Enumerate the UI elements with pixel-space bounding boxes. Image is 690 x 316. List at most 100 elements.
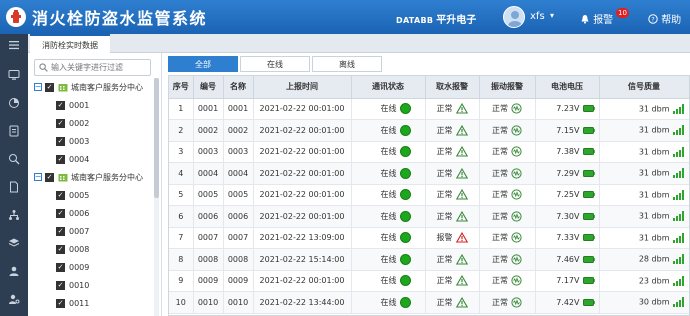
collapse-toggle-icon[interactable]: − — [34, 83, 42, 91]
cell-water-alarm: 正常 — [425, 184, 480, 206]
network-icon[interactable] — [0, 204, 28, 226]
tree-node-label: 城南客户服务分中心 — [71, 82, 143, 92]
checkbox[interactable]: ✓ — [56, 226, 65, 236]
tree-leaf-node[interactable]: ✓ 0005 — [56, 187, 89, 203]
checkbox[interactable]: ✓ — [45, 82, 54, 92]
warning-triangle-icon — [455, 210, 468, 222]
signal-bars-icon — [672, 232, 684, 243]
tree-node-label: 0010 — [69, 280, 90, 290]
tree-leaf-node[interactable]: ✓ 0009 — [56, 259, 89, 275]
layers-icon[interactable] — [0, 232, 28, 254]
online-status-dot-icon — [399, 296, 411, 308]
cell-vibration-alarm: 正常 — [479, 184, 536, 206]
table-row[interactable]: 6 0006 0006 2021-02-22 00:01:00 在线 正常 正常 7.30V 3… — [169, 205, 689, 228]
help-button[interactable]: ? 帮助 — [648, 11, 681, 26]
vibration-alarm-text: 正常 — [492, 254, 508, 264]
warning-triangle-icon — [455, 296, 468, 308]
tree-leaf-node[interactable]: ✓ 0004 — [56, 151, 89, 167]
table-row[interactable]: 7 0007 0007 2021-02-22 13:09:00 在线 报警 正常 7.33V 3… — [169, 227, 689, 249]
vibration-icon — [511, 211, 522, 222]
tree-leaf-node[interactable]: ✓ 0006 — [56, 205, 89, 221]
table-row[interactable]: 1 0001 0001 2021-02-22 00:01:00 在线 正常 正常 7.23V 3… — [169, 98, 689, 120]
cell-name: 0007 — [223, 227, 254, 249]
chevron-down-icon[interactable]: ▾ — [550, 11, 554, 20]
tree-leaf-node[interactable]: ✓ 0008 — [56, 241, 89, 257]
settings-user-icon[interactable] — [0, 288, 28, 310]
checkbox[interactable]: ✓ — [56, 262, 65, 272]
tree-node-label: 0003 — [69, 136, 90, 146]
cell-comm: 在线 — [351, 184, 426, 206]
monitor-icon[interactable] — [0, 64, 28, 86]
tree-scrollbar[interactable] — [154, 78, 159, 316]
cell-comm: 在线 — [351, 98, 426, 120]
cell-name: 0005 — [223, 184, 254, 206]
checkbox[interactable]: ✓ — [56, 280, 65, 290]
signal-bars-icon — [672, 297, 684, 308]
cell-code: 0004 — [193, 162, 224, 185]
checkbox[interactable]: ✓ — [56, 244, 65, 254]
voltage-text: 7.25V — [556, 190, 580, 200]
filter-offline-button[interactable]: 离线 — [312, 56, 382, 72]
checkbox[interactable]: ✓ — [56, 208, 65, 218]
water-alarm-text: 报警 — [436, 233, 453, 243]
table-row[interactable]: 3 0003 0003 2021-02-22 00:01:00 在线 正常 正常 7.38V 3… — [169, 141, 689, 163]
menu-icon[interactable] — [0, 34, 28, 56]
online-status-dot-icon — [399, 146, 411, 158]
tree-leaf-node[interactable]: ✓ 0007 — [56, 223, 89, 239]
table-row[interactable]: 8 0008 0008 2021-02-22 15:14:00 在线 正常 正常 7.46V 2… — [169, 248, 689, 271]
tree-filter-input[interactable] — [51, 63, 147, 72]
filter-online-button[interactable]: 在线 — [240, 56, 310, 72]
warning-triangle-icon — [455, 275, 468, 286]
voltage-text: 7.30V — [556, 211, 580, 221]
search-device-icon[interactable] — [0, 148, 28, 170]
tree-leaf-node[interactable]: ✓ 0001 — [56, 97, 89, 113]
vibration-icon — [511, 189, 522, 200]
checkbox[interactable]: ✓ — [56, 118, 65, 128]
column-header: 编号 — [193, 76, 224, 99]
cell-code: 0006 — [193, 205, 224, 228]
filter-all-button[interactable]: 全部 — [168, 56, 238, 72]
tree-leaf-node[interactable]: ✓ 0010 — [56, 277, 89, 293]
alarm-button[interactable]: 报警 — [580, 11, 613, 26]
tree-leaf-node[interactable]: ✓ 0011 — [56, 295, 89, 311]
cell-seq: 1 — [169, 98, 194, 120]
checkbox[interactable]: ✓ — [56, 136, 65, 146]
water-alarm-text: 正常 — [436, 254, 453, 264]
report-icon[interactable] — [0, 120, 28, 142]
tree-scroll-thumb[interactable] — [154, 78, 159, 198]
tab-hydrant-realtime[interactable]: 消防栓实时数据 — [30, 34, 110, 53]
checkbox[interactable]: ✓ — [45, 172, 54, 182]
checkbox[interactable]: ✓ — [56, 190, 65, 200]
cell-name: 0002 — [223, 119, 254, 142]
battery-icon — [582, 255, 595, 263]
water-alarm-text: 正常 — [436, 125, 453, 135]
table-row[interactable]: 5 0005 0005 2021-02-22 00:01:00 在线 正常 正常 7.25V 3… — [169, 184, 689, 206]
tree-leaf-node[interactable]: ✓ 0003 — [56, 133, 89, 149]
pie-chart-icon[interactable] — [0, 92, 28, 114]
user-avatar-icon[interactable] — [503, 6, 525, 28]
table-row[interactable]: 2 0002 0002 2021-02-22 00:01:00 在线 正常 正常 7.15V 3… — [169, 119, 689, 142]
user-icon[interactable] — [0, 260, 28, 282]
battery-icon — [582, 169, 595, 177]
checkbox[interactable]: ✓ — [56, 298, 65, 308]
collapse-toggle-icon[interactable]: − — [34, 173, 42, 181]
cell-vibration-alarm: 正常 — [479, 270, 536, 292]
checkbox[interactable]: ✓ — [56, 154, 65, 164]
cell-water-alarm: 正常 — [425, 291, 480, 314]
voltage-text: 7.23V — [556, 104, 580, 114]
table-row[interactable]: 9 0009 0009 2021-02-22 00:01:00 在线 正常 正常 7.17V 2… — [169, 270, 689, 292]
battery-icon — [582, 234, 595, 242]
tab-bar: 消防栓实时数据 — [28, 34, 690, 53]
cell-time: 2021-02-22 15:14:00 — [253, 248, 352, 271]
tree-leaf-node[interactable]: ✓ 0002 — [56, 115, 89, 131]
tree-group-node[interactable]: − ✓ 城南客户服务分中心 — [34, 79, 143, 95]
username[interactable]: xfs — [530, 11, 545, 22]
signal-text: 31 dbm — [638, 125, 670, 135]
document-icon[interactable] — [0, 176, 28, 198]
checkbox[interactable]: ✓ — [56, 100, 65, 110]
table-row[interactable]: 10 0010 0010 2021-02-22 13:44:00 在线 正常 正常 7.42V… — [169, 291, 689, 314]
table-header-row: 序号 编号 名称 上报时间 通讯状态 取水报警 振动报警 电池电压 信号质量 — [169, 76, 689, 99]
tree-group-node[interactable]: − ✓ 城南客户服务分中心 — [34, 169, 143, 185]
tree-filter-box[interactable] — [34, 59, 151, 76]
table-row[interactable]: 4 0004 0004 2021-02-22 00:01:00 在线 正常 正常 7.29V 3… — [169, 162, 689, 185]
